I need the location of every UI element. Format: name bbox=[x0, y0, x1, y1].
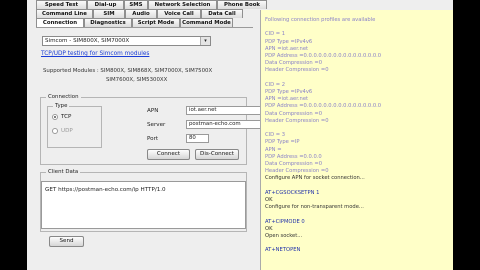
server-label: Server bbox=[147, 122, 166, 128]
udp-radio[interactable] bbox=[52, 128, 58, 134]
tab-sim[interactable]: SIM bbox=[93, 9, 125, 18]
tab-network-selection[interactable]: Network Selection bbox=[148, 0, 217, 9]
log-line: Data Compression =0 bbox=[265, 60, 322, 67]
tcp-udp-testing-link[interactable]: TCP/UDP testing for Simcom modules bbox=[41, 51, 149, 57]
tab-script-mode[interactable]: Script Mode bbox=[132, 18, 180, 27]
log-line: CID = 3 bbox=[265, 132, 286, 139]
tab-dial-up[interactable]: Dial-up bbox=[87, 0, 124, 9]
log-line: AT+NETOPEN bbox=[265, 247, 301, 254]
server-input[interactable]: postman-echo.com bbox=[186, 120, 261, 129]
connection-group: Connection Type TCP UDP APN iot.aer.net … bbox=[40, 94, 261, 165]
tab-row-3: Connection Diagnostics Script Mode Comma… bbox=[36, 18, 233, 27]
log-line: Following connection profiles are availa… bbox=[265, 17, 376, 23]
log-line: Header Compression =0 bbox=[265, 67, 329, 74]
log-line: AT+CGSOCKSETPN 1 bbox=[265, 189, 320, 196]
log-line: CID = 2 bbox=[265, 81, 286, 88]
port-input[interactable]: 80 bbox=[186, 134, 209, 143]
log-line: PDP Address =0.0.0.0.0.0.0.0.0.0.0.0.0.0… bbox=[265, 53, 382, 59]
log-line: Header Compression =0 bbox=[265, 117, 329, 124]
type-group: Type TCP UDP bbox=[47, 103, 102, 148]
client-request-text: GET https://postman-echo.com/ip HTTP/1.0 bbox=[45, 187, 166, 193]
client-data-group: Client Data GET https://postman-echo.com… bbox=[40, 169, 247, 232]
client-data-legend: Client Data bbox=[46, 169, 81, 175]
module-select[interactable]: Simcom - SIM800X, SIM7000X ▾ bbox=[42, 36, 211, 46]
tab-sms[interactable]: SMS bbox=[124, 0, 148, 9]
log-line: APN =iot.aer.net bbox=[265, 45, 309, 52]
tab-speed-test[interactable]: Speed Test bbox=[36, 0, 87, 9]
log-line: CID = 1 bbox=[265, 31, 286, 38]
tcp-radio[interactable] bbox=[52, 114, 58, 120]
type-legend: Type bbox=[53, 103, 70, 109]
log-line: Data Compression =0 bbox=[265, 161, 322, 167]
supported-modules: Supported Modules : SIM800X, SIM868X, SI… bbox=[43, 67, 243, 85]
apn-label: APN bbox=[147, 108, 159, 114]
log-line: APN =iot.aer.net bbox=[265, 96, 309, 103]
module-select-value: Simcom - SIM800X, SIM7000X bbox=[45, 38, 130, 44]
tab-audio[interactable]: Audio bbox=[125, 9, 157, 18]
udp-radio-label: UDP bbox=[61, 128, 73, 134]
log-line: PDP Type =IPv4v6 bbox=[265, 38, 313, 45]
apn-input[interactable]: iot.aer.net bbox=[186, 106, 261, 115]
tab-diagnostics[interactable]: Diagnostics bbox=[84, 18, 132, 27]
tab-voice-call[interactable]: Voice Call bbox=[157, 9, 201, 18]
log-line: PDP Address =0.0.0.0.0.0.0.0.0.0.0.0.0.0… bbox=[265, 103, 382, 110]
tab-row-1: Speed Test Dial-up SMS Network Selection… bbox=[36, 0, 267, 9]
supported-modules-line-2: SIM7600X, SIM5300XX bbox=[106, 77, 168, 83]
console-log[interactable]: Following connection profiles are availa… bbox=[260, 10, 453, 270]
disconnect-button[interactable]: Dis-Connect bbox=[195, 149, 239, 160]
tab-command-line[interactable]: Command Line bbox=[36, 9, 93, 18]
port-label: Port bbox=[147, 136, 159, 142]
log-line: PDP Type =IP bbox=[265, 139, 300, 146]
tab-connection[interactable]: Connection bbox=[36, 18, 84, 27]
log-line: Configure APN for socket connection... bbox=[265, 175, 365, 182]
tab-data-call[interactable]: Data Call bbox=[201, 9, 243, 18]
tab-row-2: Command Line SIM Audio Voice Call Data C… bbox=[36, 9, 243, 18]
log-line: Configure for non-transparent mode... bbox=[265, 204, 364, 211]
connect-button[interactable]: Connect bbox=[147, 149, 190, 160]
supported-modules-line-1: Supported Modules : SIM800X, SIM868X, SI… bbox=[43, 68, 213, 74]
log-line: OK bbox=[265, 225, 273, 232]
tab-phone-book[interactable]: Phone Book bbox=[217, 0, 267, 9]
log-line: AT+CIPMODE 0 bbox=[265, 218, 305, 225]
client-data-textarea[interactable]: GET https://postman-echo.com/ip HTTP/1.0 bbox=[41, 181, 246, 229]
log-line: Header Compression =0 bbox=[265, 168, 329, 175]
connection-legend: Connection bbox=[46, 94, 81, 100]
log-line: PDP Type =IPv4v6 bbox=[265, 89, 313, 95]
chevron-down-icon[interactable]: ▾ bbox=[200, 37, 210, 45]
log-line: APN = bbox=[265, 146, 282, 153]
tab-command-mode[interactable]: Command Mode bbox=[180, 18, 233, 27]
application-window: Speed Test Dial-up SMS Network Selection… bbox=[27, 0, 453, 270]
log-line: Open socket... bbox=[265, 233, 303, 239]
log-line: PDP Address =0.0.0.0 bbox=[265, 153, 322, 160]
tcp-radio-label: TCP bbox=[61, 114, 72, 120]
log-line: Data Compression =0 bbox=[265, 110, 322, 117]
log-line: OK bbox=[265, 197, 273, 203]
send-button[interactable]: Send bbox=[49, 236, 84, 247]
